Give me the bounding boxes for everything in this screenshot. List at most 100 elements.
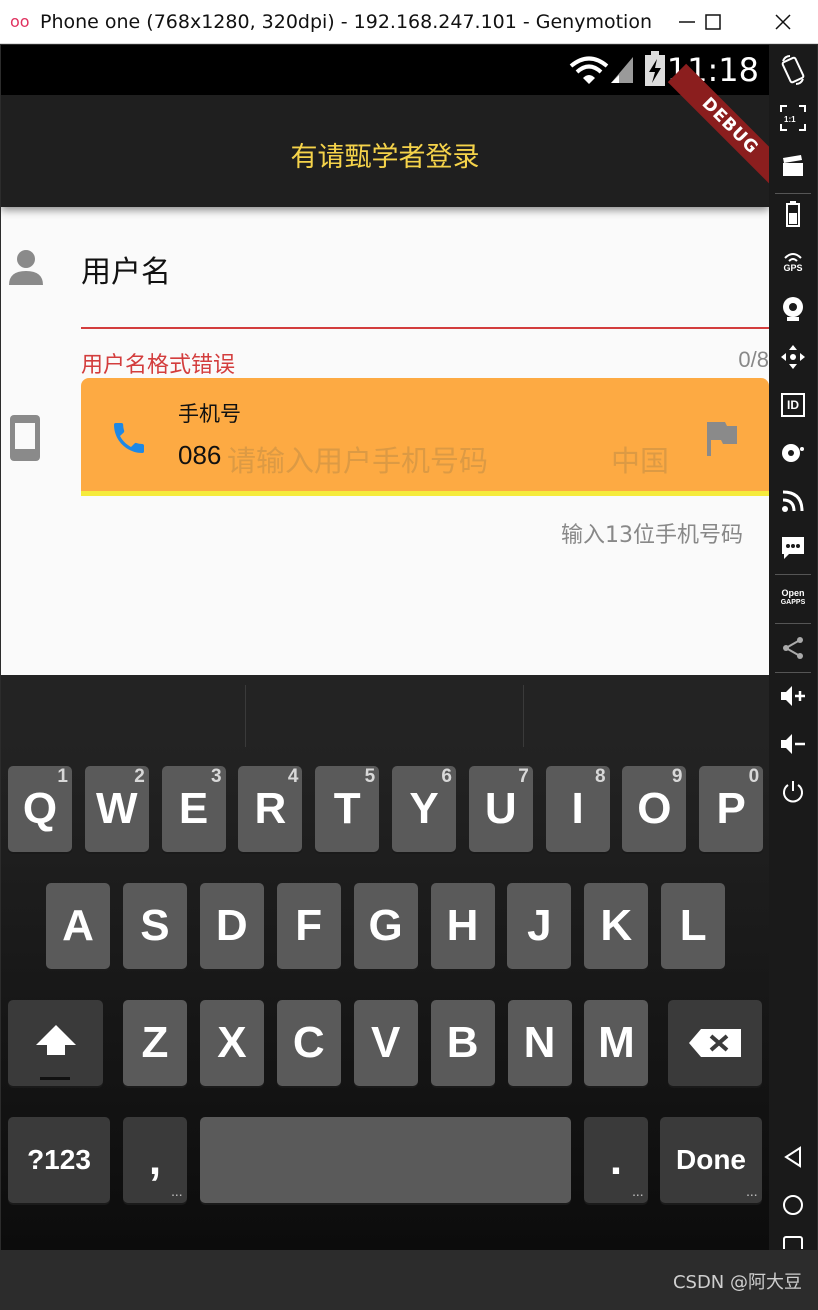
key-label: Q [22, 784, 58, 833]
key-label: F [295, 901, 323, 950]
username-input[interactable]: 用户名 [81, 247, 171, 291]
key-y[interactable]: Y6 [392, 766, 456, 852]
shift-indicator [40, 1077, 70, 1080]
key-j[interactable]: J [507, 883, 572, 969]
emulator-toolbar: 1:1 GPS ID Open GAPPS [769, 45, 817, 1250]
key-e[interactable]: E3 [161, 766, 226, 852]
key-g[interactable]: G [353, 883, 418, 969]
done-more-indicator: ... [746, 1188, 758, 1199]
camera-button[interactable] [769, 287, 817, 331]
key-label: C [292, 1018, 325, 1067]
volume-up-button[interactable] [769, 674, 817, 718]
pixel-perfect-button[interactable]: 1:1 [769, 96, 817, 140]
key-label: S [140, 901, 170, 950]
key-n[interactable]: N [507, 1000, 572, 1086]
phone-input-field[interactable]: 手机号 086 请输入用户手机号码 中国 [81, 378, 769, 496]
home-button[interactable] [769, 1183, 817, 1227]
disk-io-button[interactable] [769, 431, 817, 475]
csdn-watermark: CSDN @阿大豆 [672, 1272, 802, 1293]
space-key[interactable] [200, 1117, 571, 1203]
battery-button[interactable] [769, 192, 817, 236]
key-f[interactable]: F [276, 883, 341, 969]
key-s[interactable]: S [122, 883, 187, 969]
flag-icon[interactable] [705, 420, 739, 458]
id-icon: ID [781, 393, 805, 417]
power-icon [783, 781, 803, 803]
period-more-indicator: ... [632, 1188, 644, 1199]
backspace-key[interactable] [668, 1000, 762, 1086]
key-b[interactable]: B [430, 1000, 495, 1086]
key-label: V [371, 1018, 401, 1067]
gps-button[interactable]: GPS [769, 240, 817, 284]
period-key[interactable]: . ... [584, 1117, 648, 1203]
done-key-label: Done [676, 1144, 746, 1175]
key-d[interactable]: D [199, 883, 264, 969]
key-x[interactable]: X [199, 1000, 264, 1086]
key-label: Y [409, 784, 439, 833]
share-button[interactable] [769, 626, 817, 670]
volume-down-button[interactable] [769, 722, 817, 766]
remote-control-button[interactable] [769, 335, 817, 379]
wifi-icon [569, 56, 609, 84]
comma-key-label: , [148, 1135, 162, 1184]
key-label: P [716, 784, 746, 833]
open-gapps-button[interactable]: Open GAPPS [769, 576, 817, 620]
phone-country-code: 086 [178, 440, 222, 470]
key-label: L [679, 901, 707, 950]
suggestion-divider [523, 685, 524, 747]
shift-key[interactable] [8, 1000, 103, 1086]
phone-country-name: 中国 [611, 444, 670, 478]
phone-hint-text: 请输入用户手机号码 [227, 444, 489, 478]
key-label: B [446, 1018, 479, 1067]
key-t[interactable]: T5 [315, 766, 380, 852]
key-w[interactable]: W2 [84, 766, 149, 852]
key-u[interactable]: U7 [468, 766, 533, 852]
phone-screen: 11:18 有请甄学者登录 DEBUG 用户名 用户名格式错误 0/8 手机号 … [1, 45, 769, 1250]
key-h[interactable]: H [430, 883, 495, 969]
network-button[interactable] [769, 479, 817, 523]
shift-arrow-icon [35, 1025, 76, 1055]
key-label: J [527, 901, 552, 950]
device-id-button[interactable]: ID [769, 383, 817, 427]
screencast-button[interactable] [769, 144, 817, 188]
key-o[interactable]: O9 [622, 766, 687, 852]
username-error-text: 用户名格式错误 [81, 353, 236, 378]
key-z[interactable]: Z [123, 1000, 187, 1086]
open-label: Open [781, 588, 805, 598]
message-icon [782, 537, 804, 559]
key-r[interactable]: R4 [238, 766, 303, 852]
rotate-button[interactable] [769, 48, 817, 92]
key-c[interactable]: C [276, 1000, 341, 1086]
key-q[interactable]: Q1 [8, 766, 72, 852]
key-label: G [368, 901, 403, 950]
key-i[interactable]: I8 [545, 766, 610, 852]
recent-apps-icon [783, 1236, 803, 1249]
done-key[interactable]: Done ... [660, 1117, 762, 1203]
key-l[interactable]: L [661, 883, 726, 969]
symbols-key[interactable]: ?123 [8, 1117, 110, 1203]
key-number-hint: 6 [441, 766, 452, 787]
power-button[interactable] [769, 770, 817, 814]
key-p[interactable]: P0 [699, 766, 764, 852]
maximize-icon [705, 14, 721, 30]
key-label: W [96, 784, 138, 833]
key-m[interactable]: M [584, 1000, 649, 1086]
disk-icon [782, 444, 804, 462]
phone-helper-text: 输入13位手机号码 [561, 523, 743, 548]
key-number-hint: 3 [211, 766, 222, 787]
key-v[interactable]: V [353, 1000, 418, 1086]
key-number-hint: 8 [595, 766, 606, 787]
maximize-button[interactable] [690, 0, 736, 44]
key-a[interactable]: A [46, 883, 110, 969]
back-icon [784, 1146, 801, 1168]
battery-icon [786, 201, 800, 227]
sms-button[interactable] [769, 526, 817, 570]
rss-icon [782, 490, 804, 512]
key-k[interactable]: K [584, 883, 649, 969]
comma-key[interactable]: , ... [123, 1117, 187, 1203]
recent-apps-button[interactable] [769, 1231, 817, 1250]
smartphone-icon [10, 415, 40, 461]
key-number-hint: 4 [287, 766, 299, 787]
close-button[interactable] [760, 0, 806, 44]
back-button[interactable] [769, 1135, 817, 1179]
